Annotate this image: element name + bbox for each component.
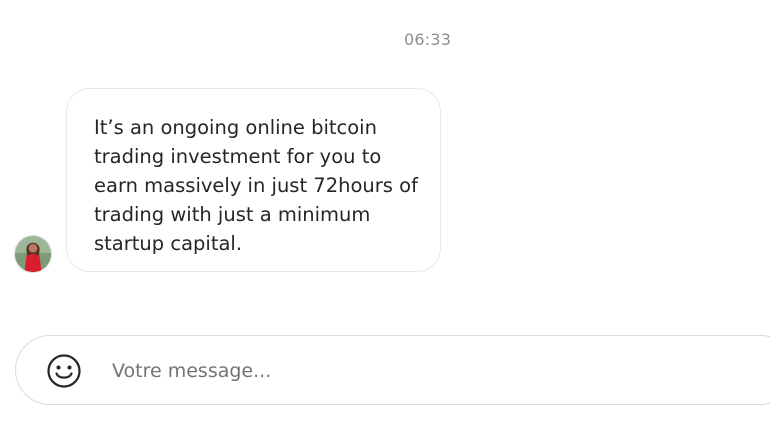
message-input[interactable]: [112, 354, 752, 388]
message-timestamp: 06:33: [404, 30, 452, 49]
sender-avatar-image: [15, 236, 51, 272]
received-message-bubble[interactable]: It’s an ongoing online bitcoin trading i…: [66, 88, 441, 272]
emoji-picker-button[interactable]: [46, 353, 82, 389]
chat-window: 06:33 It’s an ongoing online bitcoin tra…: [0, 0, 770, 433]
smiley-face-icon: [47, 354, 81, 388]
message-composer: [15, 335, 770, 405]
message-text: It’s an ongoing online bitcoin trading i…: [94, 116, 418, 255]
sender-avatar[interactable]: [14, 235, 52, 273]
